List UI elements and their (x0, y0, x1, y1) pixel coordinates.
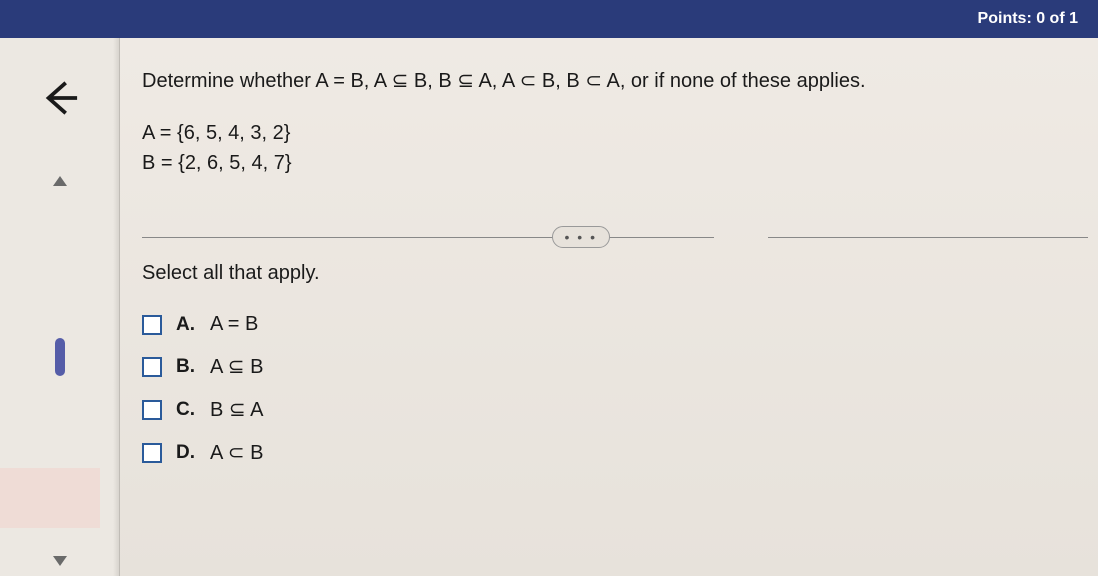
option-d: D. A ⊂ B (142, 440, 1078, 465)
option-letter: D. (176, 442, 200, 464)
scroll-thumb[interactable] (55, 338, 65, 376)
checkbox-d[interactable] (142, 443, 162, 463)
divider-line-right (768, 237, 1088, 238)
set-b: B = {2, 6, 5, 4, 7} (142, 148, 1078, 178)
option-text: A ⊂ B (210, 440, 263, 465)
divider: • • • (142, 226, 1088, 248)
question-content: Determine whether A = B, A ⊆ B, B ⊆ A, A… (120, 38, 1098, 576)
option-text: B ⊆ A (210, 397, 263, 422)
left-sidebar (0, 38, 120, 576)
more-button[interactable]: • • • (552, 226, 610, 248)
option-letter: B. (176, 356, 200, 378)
option-c: C. B ⊆ A (142, 397, 1078, 422)
main-area: Determine whether A = B, A ⊆ B, B ⊆ A, A… (0, 38, 1098, 576)
points-label: Points: 0 of 1 (978, 10, 1078, 28)
divider-line-left (142, 237, 714, 238)
back-arrow-icon (41, 79, 79, 117)
option-letter: C. (176, 399, 200, 421)
checkbox-a[interactable] (142, 315, 162, 335)
option-a: A. A = B (142, 313, 1078, 336)
instruction-text: Select all that apply. (142, 262, 1078, 285)
answer-options: A. A = B B. A ⊆ B C. B ⊆ A D. A ⊂ B (142, 313, 1078, 465)
checkbox-b[interactable] (142, 357, 162, 377)
option-letter: A. (176, 314, 200, 336)
checkbox-c[interactable] (142, 400, 162, 420)
option-text: A ⊆ B (210, 354, 263, 379)
set-definitions: A = {6, 5, 4, 3, 2} B = {2, 6, 5, 4, 7} (142, 118, 1078, 178)
scroll-down-icon[interactable] (53, 556, 67, 566)
option-text: A = B (210, 313, 258, 336)
set-a: A = {6, 5, 4, 3, 2} (142, 118, 1078, 148)
top-bar: Points: 0 of 1 (0, 0, 1098, 38)
highlight-box (0, 468, 100, 528)
scroll-up-icon[interactable] (53, 176, 67, 186)
question-prompt: Determine whether A = B, A ⊆ B, B ⊆ A, A… (142, 66, 1078, 96)
option-b: B. A ⊆ B (142, 354, 1078, 379)
back-button[interactable] (38, 76, 82, 120)
